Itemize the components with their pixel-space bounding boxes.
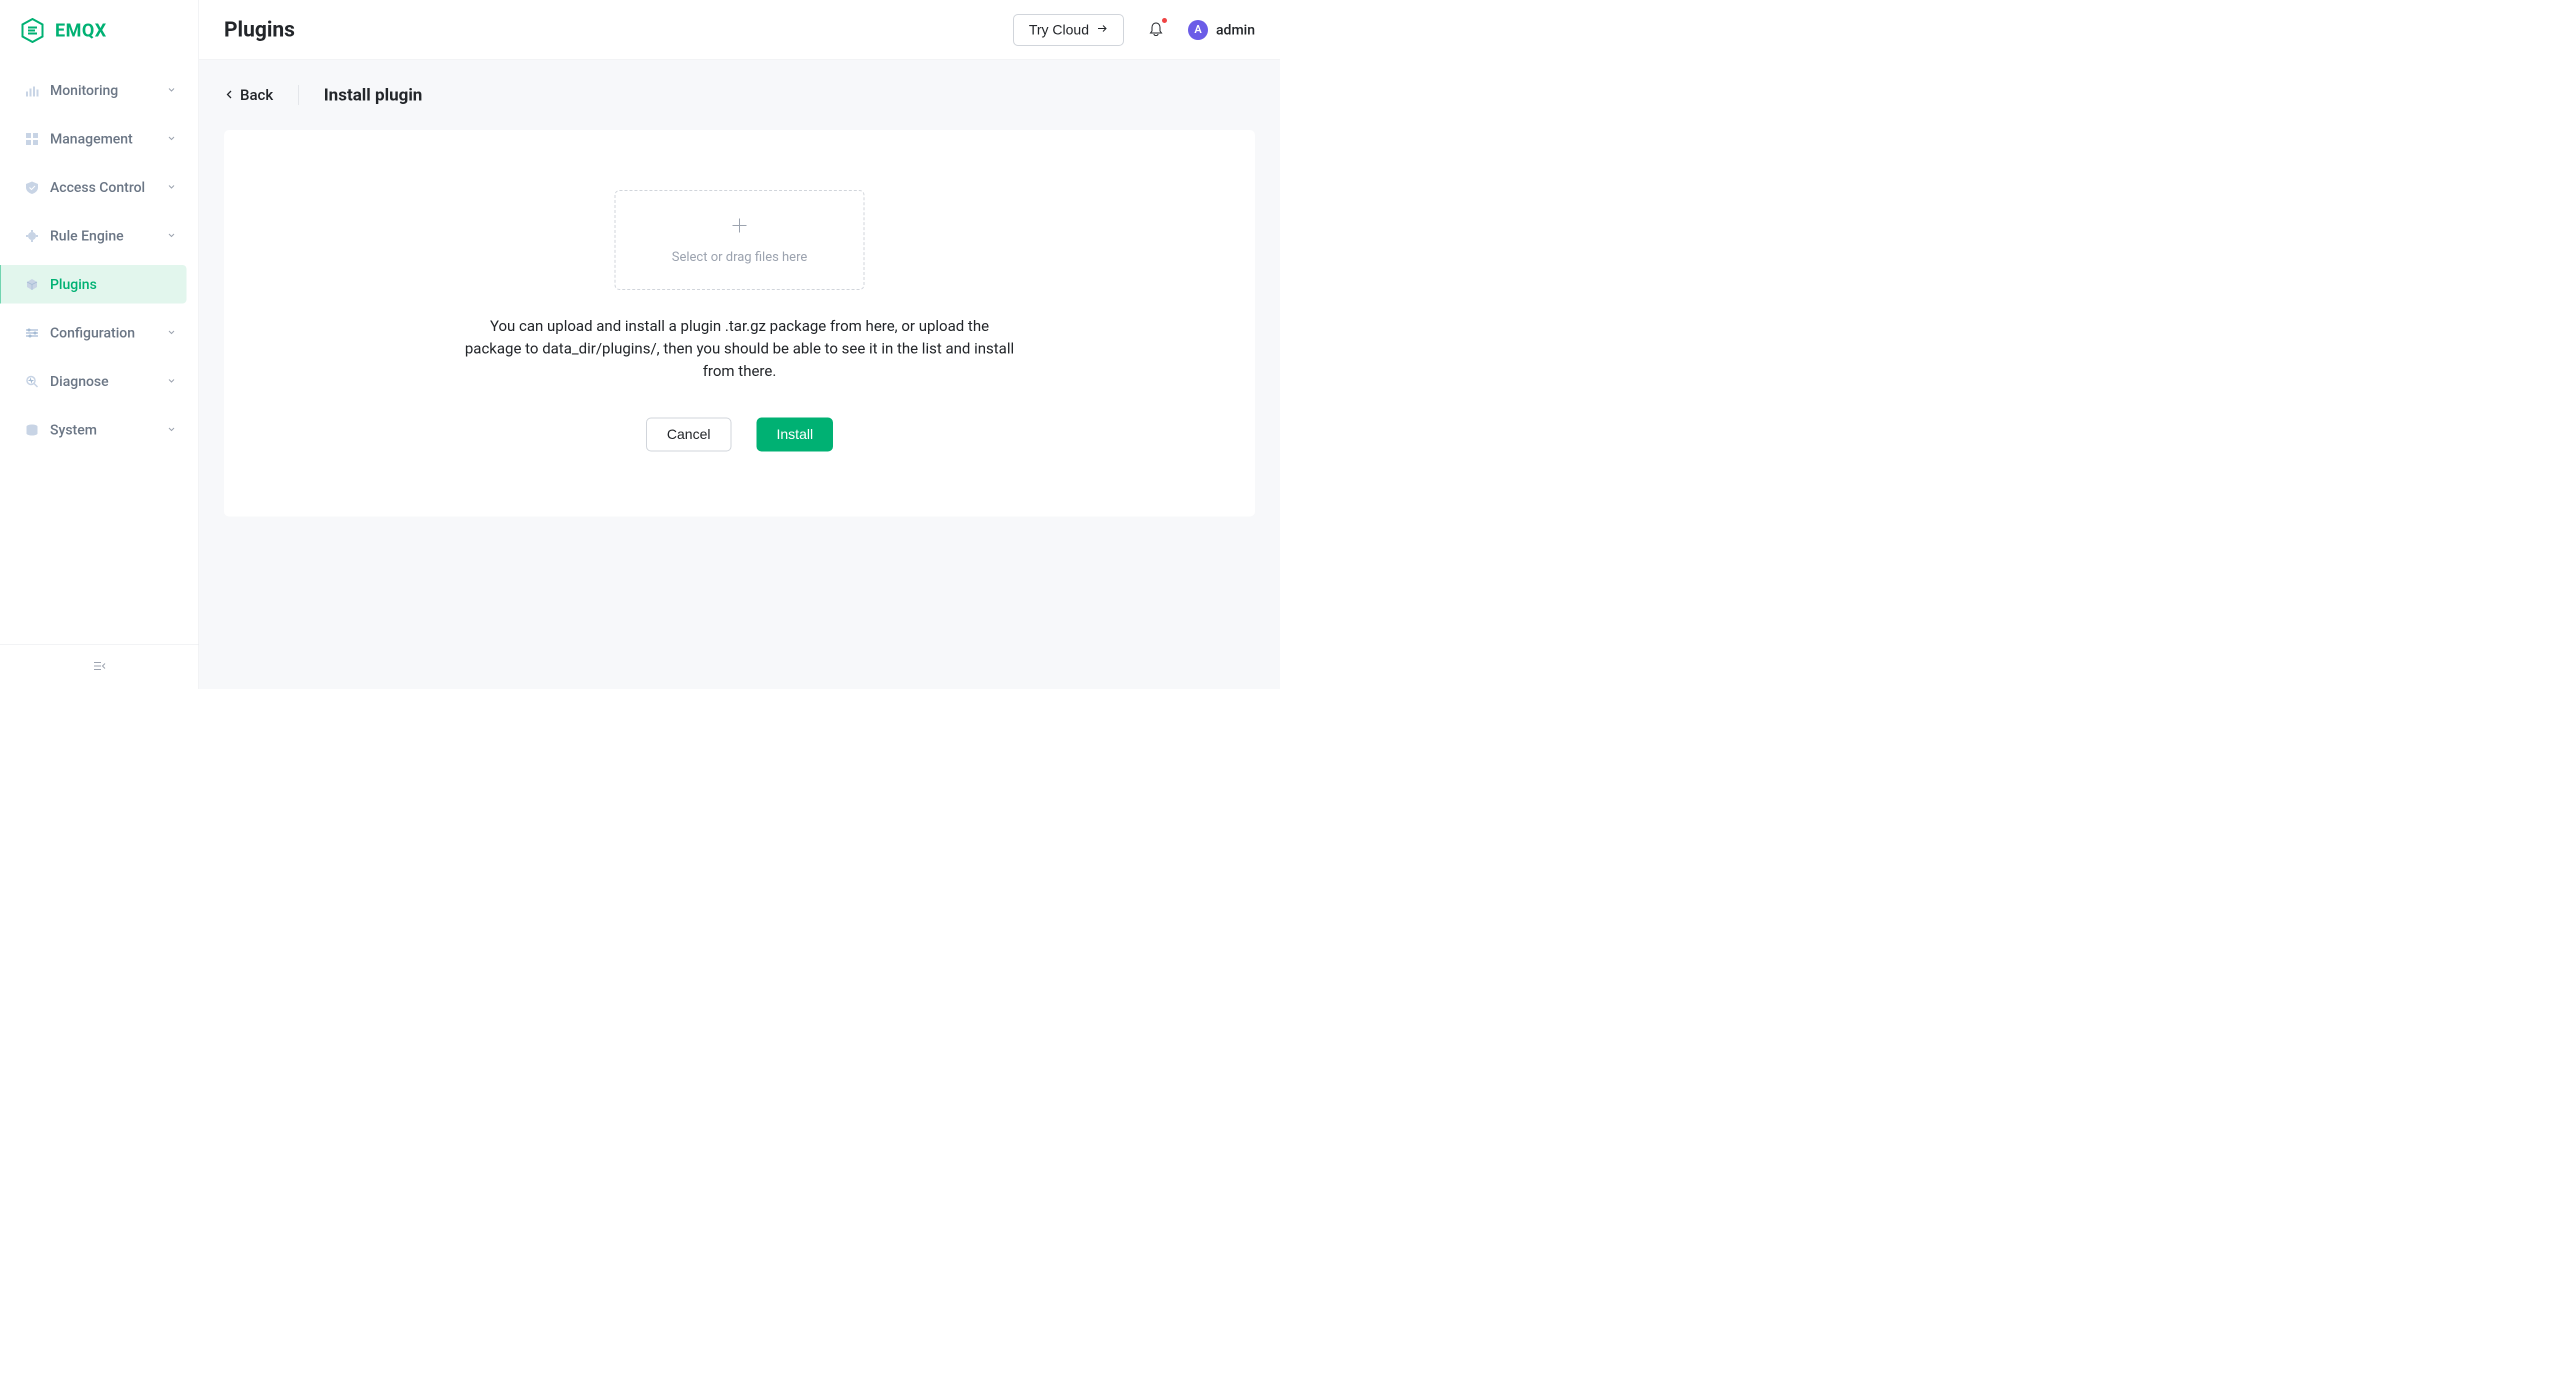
management-icon	[24, 131, 40, 147]
sidebar-item-label: Rule Engine	[50, 228, 167, 245]
divider	[298, 85, 299, 105]
page-title: Plugins	[224, 18, 1013, 43]
sidebar-item-configuration[interactable]: Configuration	[12, 314, 187, 353]
brand-logo-icon	[20, 18, 45, 43]
chevron-down-icon	[167, 327, 177, 339]
sidebar-item-label: Plugins	[50, 276, 177, 293]
plugins-icon	[24, 276, 40, 292]
sidebar-item-plugins[interactable]: Plugins	[0, 265, 187, 304]
chevron-down-icon	[167, 230, 177, 242]
back-label: Back	[240, 86, 273, 104]
nav: Monitoring Management Access Control	[0, 61, 199, 644]
sidebar-item-label: Management	[50, 131, 167, 148]
help-text: You can upload and install a plugin .tar…	[465, 315, 1015, 383]
install-button[interactable]: Install	[757, 418, 834, 452]
username: admin	[1216, 22, 1255, 39]
access-control-icon	[24, 179, 40, 195]
sidebar-item-access-control[interactable]: Access Control	[12, 168, 187, 207]
page-subtitle: Install plugin	[324, 85, 423, 105]
collapse-icon	[92, 658, 107, 675]
notification-dot	[1162, 18, 1167, 23]
sidebar-item-monitoring[interactable]: Monitoring	[12, 71, 187, 110]
back-button[interactable]: Back	[224, 86, 273, 104]
cancel-button[interactable]: Cancel	[646, 418, 732, 452]
sidebar-item-diagnose[interactable]: Diagnose	[12, 362, 187, 401]
sidebar-item-label: Monitoring	[50, 82, 167, 99]
button-row: Cancel Install	[646, 418, 833, 452]
sidebar-item-label: Access Control	[50, 179, 167, 196]
rule-engine-icon	[24, 228, 40, 244]
try-cloud-label: Try Cloud	[1029, 22, 1089, 38]
chevron-down-icon	[167, 181, 177, 193]
avatar: A	[1188, 20, 1208, 40]
header: Plugins Try Cloud A admin	[199, 0, 1280, 60]
logo[interactable]: EMQX	[0, 0, 199, 61]
page-header: Back Install plugin	[224, 85, 1255, 105]
sidebar-collapse-button[interactable]	[0, 644, 199, 689]
arrow-right-icon	[1096, 22, 1108, 38]
upload-dropzone[interactable]: Select or drag files here	[615, 190, 865, 290]
upload-text: Select or drag files here	[672, 250, 808, 265]
main: Plugins Try Cloud A admin	[199, 0, 1280, 689]
sidebar-item-label: Configuration	[50, 325, 167, 342]
sidebar-item-label: Diagnose	[50, 373, 167, 390]
sidebar-item-system[interactable]: System	[12, 411, 187, 450]
chevron-down-icon	[167, 84, 177, 96]
chevron-down-icon	[167, 133, 177, 145]
monitoring-icon	[24, 82, 40, 98]
sidebar-item-label: System	[50, 422, 167, 439]
content: Back Install plugin Select or drag files…	[199, 60, 1280, 689]
plus-icon	[730, 216, 750, 238]
bell-icon	[1148, 29, 1164, 39]
configuration-icon	[24, 325, 40, 341]
diagnose-icon	[24, 373, 40, 389]
sidebar: EMQX Monitoring Management	[0, 0, 199, 689]
install-card: Select or drag files here You can upload…	[224, 130, 1255, 517]
try-cloud-button[interactable]: Try Cloud	[1013, 14, 1124, 46]
brand-name: EMQX	[55, 20, 107, 41]
chevron-left-icon	[224, 86, 235, 104]
system-icon	[24, 422, 40, 438]
chevron-down-icon	[167, 375, 177, 387]
user-menu[interactable]: A admin	[1188, 20, 1255, 40]
notifications-button[interactable]	[1144, 17, 1168, 43]
chevron-down-icon	[167, 424, 177, 436]
sidebar-item-management[interactable]: Management	[12, 120, 187, 159]
sidebar-item-rule-engine[interactable]: Rule Engine	[12, 217, 187, 256]
